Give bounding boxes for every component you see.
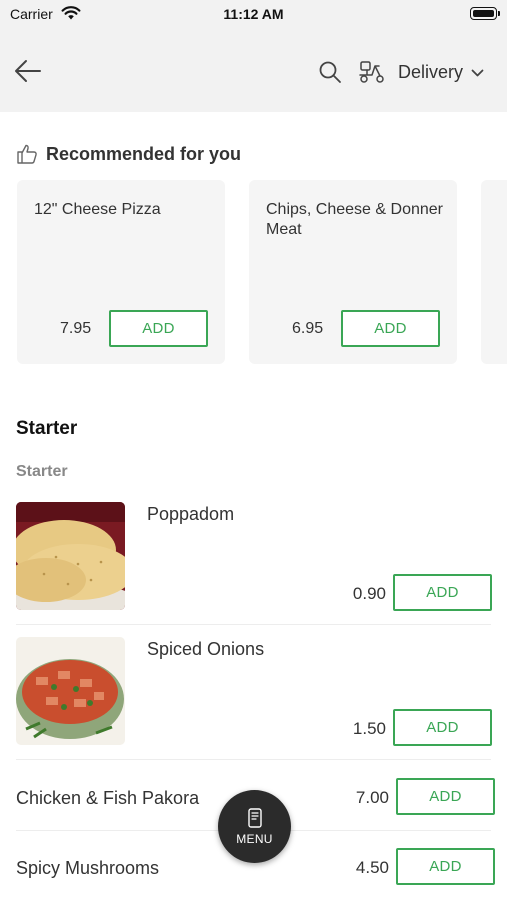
search-icon: [319, 61, 341, 83]
spiced-onions-image: [16, 637, 125, 745]
add-button[interactable]: ADD: [396, 848, 495, 885]
divider: [16, 759, 491, 760]
menu-item-price: 0.90: [352, 584, 386, 603]
menu-item-name: Chicken & Fish Pakora: [16, 788, 200, 808]
menu-label: MENU: [236, 831, 273, 846]
add-button[interactable]: ADD: [109, 310, 208, 347]
recommended-item-price: 6.95: [292, 320, 324, 337]
scooter-icon: [359, 61, 384, 83]
battery-icon: [470, 7, 500, 20]
poppadom-image: [16, 502, 125, 610]
add-button[interactable]: ADD: [341, 310, 440, 347]
delivery-mode-selector[interactable]: Delivery: [358, 58, 484, 86]
menu-item[interactable]: Poppadom 0.90 ADD: [0, 500, 507, 624]
section-title: Starter: [16, 418, 78, 439]
back-button[interactable]: [14, 58, 42, 84]
add-button[interactable]: ADD: [393, 574, 492, 611]
recommended-card[interactable]: Chips, Cheese & Donner Meat 6.95 ADD: [249, 180, 457, 364]
recommended-title: Recommended for you: [46, 143, 242, 164]
menu-item-price: 1.50: [352, 719, 386, 738]
menu-item[interactable]: Spiced Onions 1.50 ADD: [0, 635, 507, 759]
menu-book-icon: [247, 807, 262, 828]
recommended-card-partial[interactable]: [481, 180, 507, 364]
add-button[interactable]: ADD: [393, 709, 492, 746]
menu-item-price: 4.50: [355, 858, 389, 877]
menu-item-name: Spicy Mushrooms: [16, 858, 160, 878]
menu-item-name: Spiced Onions: [147, 639, 265, 659]
app-header: Delivery: [0, 30, 507, 112]
recommended-item-price: 7.95: [60, 320, 92, 337]
chevron-down-icon: [471, 69, 484, 76]
menu-item-name: Poppadom: [147, 504, 235, 524]
delivery-label: Delivery: [398, 61, 464, 82]
subsection-title: Starter: [16, 463, 68, 480]
menu-item-price: 7.00: [355, 788, 389, 807]
clock: 11:12 AM: [223, 6, 284, 22]
recommended-item-name: Chips, Cheese & Donner Meat: [266, 201, 443, 238]
search-button[interactable]: [318, 60, 342, 84]
divider: [16, 624, 491, 625]
menu-button[interactable]: MENU: [218, 790, 291, 863]
recommended-card[interactable]: 12" Cheese Pizza 7.95 ADD: [17, 180, 225, 364]
arrow-left-icon: [15, 60, 41, 82]
recommended-item-name: 12" Cheese Pizza: [34, 201, 161, 218]
thumbs-up-icon: [17, 144, 37, 164]
add-button[interactable]: ADD: [396, 778, 495, 815]
recommended-heading: Recommended for you: [16, 143, 241, 165]
status-bar: Carrier 11:12 AM: [0, 0, 507, 30]
